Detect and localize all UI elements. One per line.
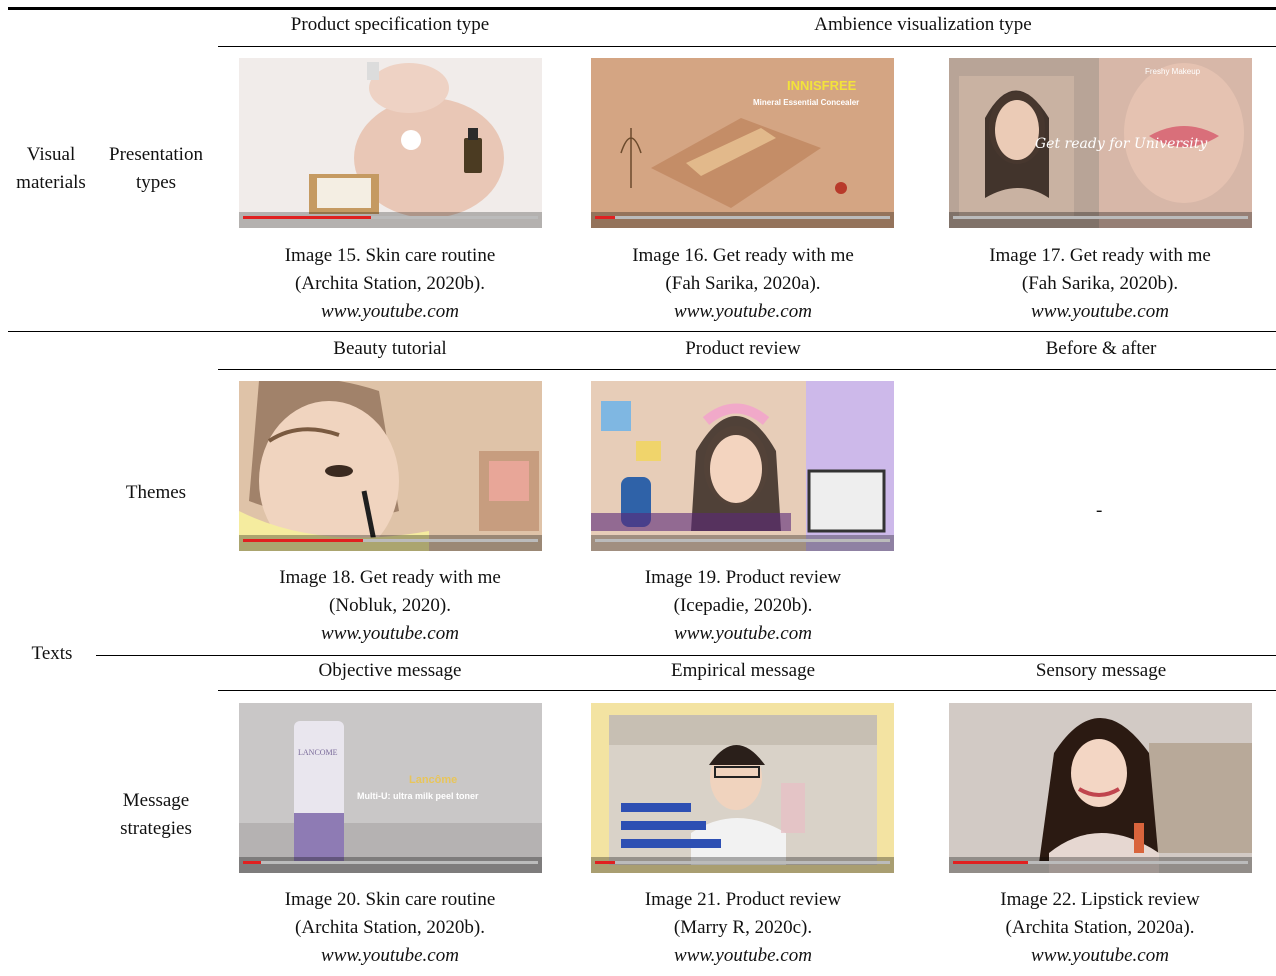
thumbnail-image-17[interactable]: Freshy Makeup Get ready for University — [949, 58, 1252, 228]
caption-image-19: Image 19. Product review (Icepadie, 2020b… — [563, 564, 923, 648]
caption-image-15: Image 15. Skin care routine (Archita Stat… — [210, 242, 570, 326]
header-objective: Objective message — [318, 660, 462, 681]
source-link[interactable]: www.youtube.com — [210, 298, 570, 326]
header-rule-1 — [218, 46, 1276, 47]
header-empirical: Empirical message — [670, 660, 816, 681]
img17-corner-text: Freshy Makeup — [1145, 67, 1201, 76]
source-link[interactable]: www.youtube.com — [563, 942, 923, 970]
img20-bottle-text: LANCOME — [298, 748, 338, 757]
img17-script-text: Get ready for University — [1035, 136, 1208, 152]
texts-divider — [96, 655, 1276, 656]
header-ambience: Ambience visualization type — [814, 14, 1032, 35]
header-product-review: Product review — [685, 338, 801, 359]
presentation-types-label: Presentation types — [109, 144, 203, 193]
thumbnail-image-22[interactable] — [949, 703, 1252, 873]
section-divider — [8, 331, 1276, 332]
thumbnail-image-16[interactable]: INNISFREE Mineral Essential Concealer — [591, 58, 894, 228]
header-rule-2 — [218, 369, 1276, 370]
caption-image-18: Image 18. Get ready with me (Nobluk, 2020… — [210, 564, 570, 648]
source-link[interactable]: www.youtube.com — [920, 298, 1276, 326]
source-link[interactable]: www.youtube.com — [210, 942, 570, 970]
header-before-after: Before & after — [1045, 338, 1157, 359]
header-rule-3 — [218, 690, 1276, 691]
source-link[interactable]: www.youtube.com — [920, 942, 1276, 970]
thumbnail-image-21[interactable] — [591, 703, 894, 873]
caption-image-17: Image 17. Get ready with me (Fah Sarika, … — [920, 242, 1276, 326]
caption-image-16: Image 16. Get ready with me (Fah Sarika, … — [563, 242, 923, 326]
thumbnail-image-20[interactable]: LANCOME Lancôme Multi-U: ultra milk peel… — [239, 703, 542, 873]
img20-product-text: Multi-U: ultra milk peel toner — [357, 791, 479, 801]
visual-materials-label: Visual materials — [16, 144, 86, 193]
thumbnail-image-19[interactable] — [591, 381, 894, 551]
source-link[interactable]: www.youtube.com — [563, 298, 923, 326]
caption-image-20: Image 20. Skin care routine (Archita Stat… — [210, 886, 570, 970]
header-product-spec: Product specification type — [290, 14, 490, 35]
img20-brand-text: Lancôme — [409, 774, 457, 786]
empty-cell: - — [1096, 500, 1103, 521]
top-rule — [8, 7, 1276, 10]
header-beauty-tutorial: Beauty tutorial — [333, 338, 447, 359]
img16-product-text: Mineral Essential Concealer — [753, 98, 859, 107]
header-sensory: Sensory message — [1035, 660, 1167, 681]
message-strategies-label: Message strategies — [120, 790, 192, 839]
source-link[interactable]: www.youtube.com — [563, 620, 923, 648]
caption-image-22: Image 22. Lipstick review (Archita Statio… — [920, 886, 1276, 970]
texts-label: Texts — [31, 643, 73, 664]
caption-image-21: Image 21. Product review (Marry R, 2020c)… — [563, 886, 923, 970]
img16-brand-text: INNISFREE — [787, 78, 857, 93]
source-link[interactable]: www.youtube.com — [210, 620, 570, 648]
thumbnail-image-18[interactable] — [239, 381, 542, 551]
themes-label: Themes — [125, 482, 187, 503]
thumbnail-image-15[interactable] — [239, 58, 542, 228]
